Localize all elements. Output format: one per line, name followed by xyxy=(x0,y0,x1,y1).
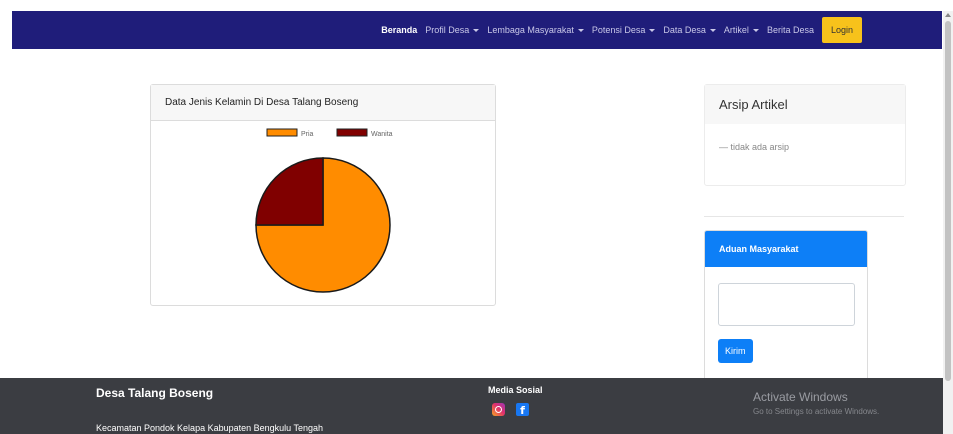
complaint-textarea[interactable] xyxy=(718,283,855,326)
instagram-icon[interactable] xyxy=(492,403,505,416)
archive-empty-text: — tidak ada arsip xyxy=(719,142,790,152)
complaint-title: Aduan Masyarakat xyxy=(705,231,867,267)
nav-profil-desa[interactable]: Profil Desa xyxy=(425,25,480,35)
nav-berita-desa[interactable]: Berita Desa xyxy=(767,25,814,35)
legend-label-pria: Pria xyxy=(301,131,314,138)
footer-address: Kecamatan Pondok Kelapa Kabupaten Bengku… xyxy=(96,423,324,433)
social-media-title: Media Sosial xyxy=(488,385,543,395)
nav-berita-desa-label: Berita Desa xyxy=(766,25,814,35)
nav-profil-desa-label: Profil Desa xyxy=(425,25,470,35)
send-button[interactable]: Kirim xyxy=(718,339,753,363)
archive-card: Arsip Artikel — tidak ada arsip xyxy=(704,84,906,186)
nav-potensi-desa[interactable]: Potensi Desa xyxy=(592,25,656,35)
scrollbar-thumb[interactable] xyxy=(945,21,951,381)
nav-beranda-label: Beranda xyxy=(381,25,418,35)
activate-windows-subtitle: Go to Settings to activate Windows. xyxy=(753,407,880,416)
footer-title: Desa Talang Boseng xyxy=(96,386,214,400)
legend-label-wanita: Wanita xyxy=(371,131,393,138)
nav-beranda[interactable]: Beranda xyxy=(381,25,417,35)
archive-title: Arsip Artikel xyxy=(705,85,905,124)
nav-artikel[interactable]: Artikel xyxy=(724,25,759,35)
facebook-icon[interactable]: f xyxy=(516,403,529,417)
caret-down-icon xyxy=(649,28,656,32)
caret-down-icon xyxy=(709,28,716,32)
page-scrollbar[interactable] xyxy=(943,11,953,434)
pie-slice-wanita[interactable] xyxy=(255,157,324,226)
complaint-card: Aduan Masyarakat Kirim xyxy=(704,230,868,390)
top-navbar: Beranda Profil Desa Lembaga Masyarakat P… xyxy=(12,11,942,49)
gender-chart-card: Data Jenis Kelamin Di Desa Talang Boseng… xyxy=(150,84,496,306)
scroll-up-arrow-icon[interactable] xyxy=(945,13,951,17)
activate-windows-title: Activate Windows xyxy=(753,390,848,404)
nav-data-desa-label: Data Desa xyxy=(663,25,706,35)
nav-data-desa[interactable]: Data Desa xyxy=(663,25,716,35)
caret-down-icon xyxy=(752,28,759,32)
gender-pie-chart: Pria Wanita xyxy=(255,128,393,293)
login-button[interactable]: Login xyxy=(821,17,862,43)
nav-potensi-desa-label: Potensi Desa xyxy=(591,25,646,35)
sidebar-divider xyxy=(704,216,904,217)
nav-lembaga-masyarakat[interactable]: Lembaga Masyarakat xyxy=(487,25,584,35)
nav-artikel-label: Artikel xyxy=(723,25,749,35)
legend-swatch-pria[interactable] xyxy=(266,128,298,137)
site-footer: Desa Talang Boseng Kecamatan Pondok Kela… xyxy=(0,378,943,434)
caret-down-icon xyxy=(577,28,584,32)
caret-down-icon xyxy=(473,28,480,32)
legend-swatch-wanita[interactable] xyxy=(336,128,368,137)
chart-card-title: Data Jenis Kelamin Di Desa Talang Boseng xyxy=(151,85,495,121)
nav-lembaga-masyarakat-label: Lembaga Masyarakat xyxy=(487,25,574,35)
